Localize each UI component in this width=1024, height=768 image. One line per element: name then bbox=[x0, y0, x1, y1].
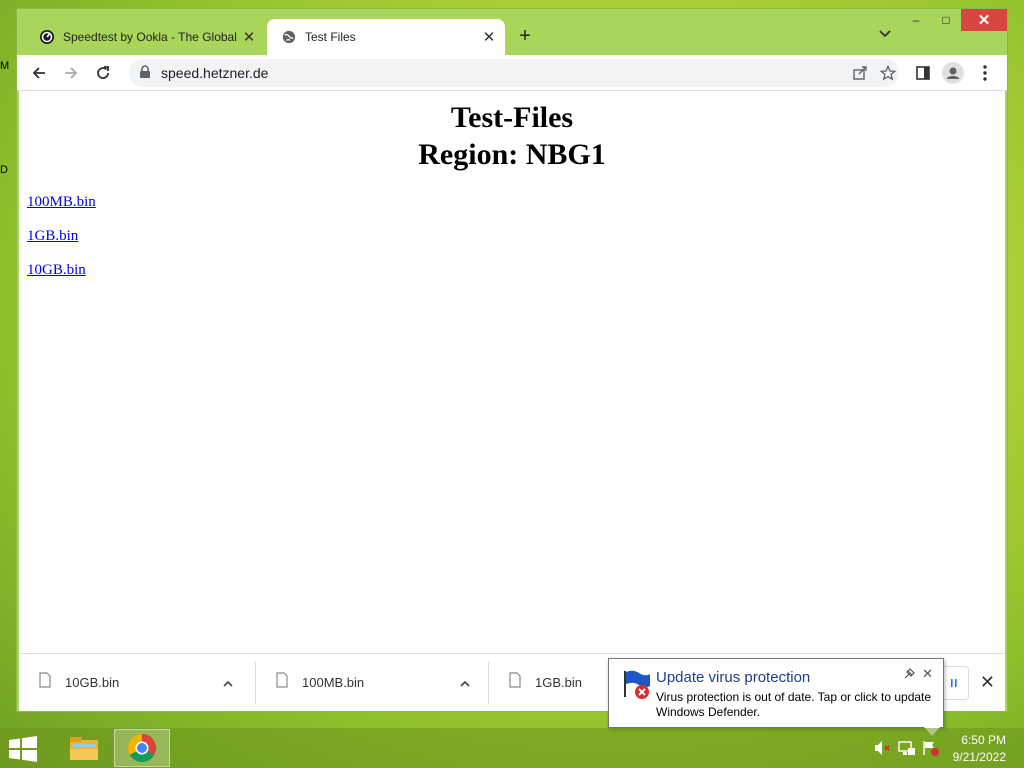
close-notification-button[interactable]: ✕ bbox=[922, 666, 933, 682]
star-icon[interactable] bbox=[879, 64, 897, 82]
page-heading: Test-Files Region: NBG1 bbox=[19, 99, 1005, 173]
download-name: 100MB.bin bbox=[302, 675, 365, 690]
browser-window: Speedtest by Ookla - The Global Broadban… bbox=[16, 8, 1008, 712]
page-content: Test-Files Region: NBG1 100MB.bin 1GB.bi… bbox=[19, 91, 1005, 653]
desktop-icon-label[interactable]: D bbox=[0, 164, 10, 178]
windows-logo-icon bbox=[9, 736, 37, 762]
chevron-up-icon[interactable] bbox=[218, 674, 238, 692]
tab-speedtest[interactable]: Speedtest by Ookla - The Global Broadban… bbox=[25, 19, 265, 55]
profile-icon bbox=[942, 62, 964, 84]
clock-time: 6:50 PM bbox=[961, 733, 1006, 747]
start-button[interactable] bbox=[8, 736, 38, 762]
file-explorer-icon bbox=[70, 737, 98, 760]
defender-notification[interactable]: Update virus protection ✕ Virus protecti… bbox=[608, 658, 944, 728]
close-tab-icon[interactable]: ✕ bbox=[239, 28, 259, 46]
list-icon bbox=[951, 679, 957, 687]
profile-button[interactable] bbox=[941, 61, 965, 85]
maximize-button[interactable]: □ bbox=[931, 9, 961, 31]
link-1gb[interactable]: 1GB.bin bbox=[27, 227, 96, 245]
action-center-flag-icon bbox=[619, 667, 653, 706]
tab-test-files[interactable]: Test Files ✕ bbox=[267, 19, 505, 55]
back-button[interactable] bbox=[27, 61, 51, 85]
menu-button[interactable] bbox=[973, 61, 997, 85]
download-name: 10GB.bin bbox=[65, 675, 120, 690]
file-icon bbox=[509, 672, 521, 693]
volume-muted-icon[interactable] bbox=[874, 740, 892, 756]
action-center-flag-icon[interactable] bbox=[922, 740, 940, 756]
notification-body: Virus protection is out of date. Tap or … bbox=[656, 690, 932, 719]
close-window-button[interactable]: ✕ bbox=[961, 9, 1007, 31]
lock-icon[interactable] bbox=[139, 65, 151, 84]
chrome-icon bbox=[128, 734, 156, 762]
title-bar: Speedtest by Ookla - The Global Broadban… bbox=[17, 9, 1007, 55]
file-links: 100MB.bin 1GB.bin 10GB.bin bbox=[27, 193, 96, 295]
reload-icon bbox=[97, 66, 109, 79]
tab-title: Speedtest by Ookla - The Global Broadban… bbox=[63, 30, 239, 44]
notification-title: Update virus protection bbox=[656, 669, 811, 686]
page-title: Test-Files bbox=[450, 101, 574, 134]
taskbar-file-explorer[interactable] bbox=[56, 729, 112, 767]
forward-button[interactable] bbox=[59, 61, 83, 85]
region-title: Region: NBG1 bbox=[418, 138, 606, 171]
back-icon bbox=[32, 67, 45, 79]
tab-title: Test Files bbox=[305, 30, 356, 44]
desktop-icon-label[interactable]: M bbox=[0, 60, 10, 74]
taskbar: 6:50 PM 9/21/2022 bbox=[0, 728, 1024, 768]
side-panel-button[interactable] bbox=[911, 61, 935, 85]
system-clock[interactable]: 6:50 PM 9/21/2022 bbox=[953, 732, 1006, 766]
close-tab-icon[interactable]: ✕ bbox=[479, 28, 499, 46]
forward-icon bbox=[65, 67, 78, 79]
file-icon bbox=[39, 672, 51, 693]
taskbar-chrome[interactable] bbox=[114, 729, 170, 767]
clock-date: 9/21/2022 bbox=[952, 750, 1006, 764]
url-text[interactable]: speed.hetzner.de bbox=[161, 65, 268, 81]
pin-icon[interactable] bbox=[904, 668, 915, 682]
download-item[interactable]: 10GB.bin bbox=[19, 654, 252, 711]
link-100mb[interactable]: 100MB.bin bbox=[27, 193, 96, 211]
globe-icon bbox=[281, 29, 297, 45]
close-download-shelf-button[interactable]: ✕ bbox=[980, 672, 995, 693]
side-panel-icon bbox=[916, 66, 930, 80]
reload-button[interactable] bbox=[91, 61, 115, 85]
speedtest-icon bbox=[39, 29, 55, 45]
network-icon[interactable] bbox=[898, 740, 916, 756]
window-controls: – □ ✕ bbox=[901, 9, 1007, 33]
share-icon[interactable] bbox=[851, 64, 869, 82]
menu-icon bbox=[983, 65, 987, 81]
browser-toolbar: speed.hetzner.de bbox=[17, 55, 1007, 91]
show-all-downloads-button[interactable] bbox=[940, 666, 969, 700]
file-icon bbox=[276, 672, 288, 693]
chevron-up-icon[interactable] bbox=[455, 674, 475, 692]
link-10gb[interactable]: 10GB.bin bbox=[27, 261, 96, 279]
download-item[interactable]: 100MB.bin bbox=[256, 654, 489, 711]
new-tab-button[interactable]: + bbox=[513, 25, 537, 49]
chevron-down-icon bbox=[879, 30, 891, 38]
address-bar[interactable]: speed.hetzner.de bbox=[129, 59, 899, 87]
minimize-button[interactable]: – bbox=[901, 9, 931, 31]
tab-search-button[interactable] bbox=[875, 27, 895, 47]
